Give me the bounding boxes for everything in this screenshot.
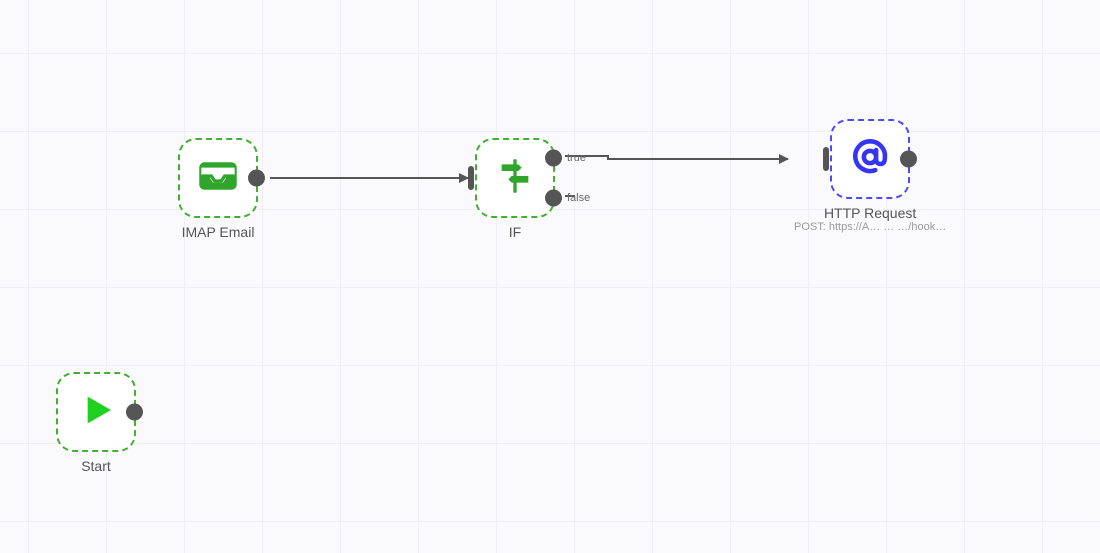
- tray-icon: [198, 156, 238, 201]
- node-start[interactable]: Start: [56, 372, 136, 474]
- edge-layer: [0, 0, 1100, 553]
- port-output-true[interactable]: [545, 150, 562, 167]
- edge-if-true-to-http: [565, 156, 788, 159]
- port-label-false: false: [567, 192, 590, 204]
- play-icon: [76, 390, 116, 435]
- workflow-canvas[interactable]: IMAP Email true false IF: [0, 0, 1100, 553]
- port-output[interactable]: [126, 404, 143, 421]
- node-title: Start: [81, 458, 111, 474]
- node-if[interactable]: true false IF: [475, 138, 555, 240]
- port-output[interactable]: [900, 151, 917, 168]
- port-label-true: true: [567, 152, 586, 164]
- node-title: HTTP Request: [824, 205, 916, 221]
- node-title: IMAP Email: [182, 224, 255, 240]
- at-icon: [849, 136, 891, 183]
- port-input[interactable]: [468, 166, 474, 190]
- node-subtitle: POST: https://A… … …/hook…: [794, 221, 946, 233]
- port-input[interactable]: [823, 147, 829, 171]
- node-title: IF: [509, 224, 521, 240]
- port-output[interactable]: [248, 170, 265, 187]
- signpost-icon: [495, 156, 535, 201]
- port-output-false[interactable]: [545, 190, 562, 207]
- node-imap-email[interactable]: IMAP Email: [178, 138, 258, 240]
- node-http-request[interactable]: HTTP Request POST: https://A… … …/hook…: [794, 119, 946, 233]
